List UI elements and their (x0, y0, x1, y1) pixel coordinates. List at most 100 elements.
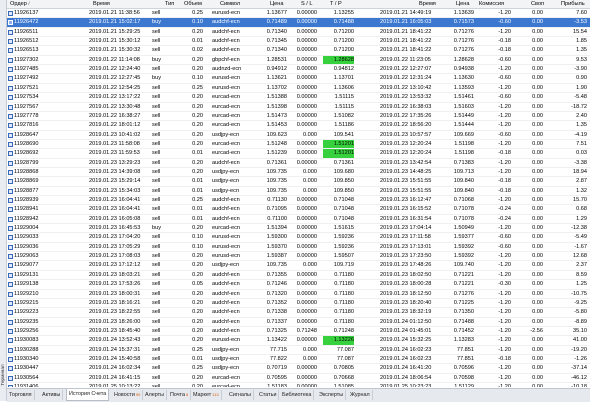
tab-label: Алерты (145, 392, 164, 398)
order-icon (8, 141, 13, 147)
order-icon (8, 375, 13, 381)
terminal-window: Терминал Ордер / Время Тип Объем Символ … (0, 0, 590, 402)
terminal-side-label: Терминал (0, 364, 5, 386)
tab-label: История Счета (69, 391, 107, 397)
history-table-header: Ордер / Время Тип Объем Символ Цена S / … (7, 0, 590, 9)
cell-time: 2019.01.25 10:13:22 (89, 384, 141, 387)
tab-7[interactable]: Сигналы (227, 390, 254, 400)
table-row[interactable]: 11931406 2019.01.25 10:13:22 sell 0.20 eurca… (7, 383, 590, 387)
order-icon (8, 385, 13, 387)
column-header-type[interactable]: Тип (165, 0, 174, 8)
order-icon (8, 11, 13, 16)
cell-order: 11931406 (14, 384, 39, 387)
column-header-volume[interactable]: Объем (184, 0, 202, 8)
order-icon (8, 366, 13, 372)
tab-label: Журнал (350, 392, 370, 398)
column-header-time[interactable]: Время (93, 0, 110, 8)
order-icon (8, 319, 13, 325)
order-icon (8, 310, 13, 316)
order-icon (8, 20, 13, 26)
cell-commission: -1.20 (498, 384, 511, 387)
tab-2[interactable]: История Счета (66, 389, 110, 401)
column-header-commission[interactable]: Комиссия (479, 0, 504, 8)
sort-arrow-icon: / (28, 1, 30, 6)
tab-badge: 113 (212, 392, 219, 397)
cell-close-time: 2019.01.25 10:23:23 (380, 384, 432, 387)
order-icon (8, 216, 13, 222)
order-icon (8, 244, 13, 250)
column-header-close-time[interactable]: Время (419, 0, 436, 8)
terminal-side-bar[interactable]: Терминал (0, 0, 7, 401)
order-icon (8, 39, 13, 45)
order-icon (8, 67, 13, 73)
order-icon (8, 76, 13, 82)
cell-profit: -10.18 (571, 384, 587, 387)
cell-volume: 0.20 (192, 384, 203, 387)
cell-swap: 0.00 (532, 384, 543, 387)
column-header-close-price[interactable]: Цена (456, 0, 469, 8)
order-icon (8, 95, 13, 101)
cell-tp: 1.51085 (333, 384, 354, 387)
order-icon (8, 104, 13, 110)
tab-label: Почта (170, 392, 185, 398)
order-icon (8, 132, 13, 138)
order-icon (8, 226, 13, 232)
tab-label: Торговля (9, 392, 32, 398)
order-icon (8, 57, 13, 63)
tab-label: Новости (114, 392, 135, 398)
order-icon (8, 328, 13, 334)
order-icon (8, 169, 13, 175)
order-icon (8, 235, 13, 241)
order-icon (8, 48, 13, 54)
cell-close-price: 1.51129 (454, 384, 474, 387)
cell-symbol: eurcad-ecn (212, 384, 240, 387)
column-header-symbol[interactable]: Символ (220, 0, 240, 8)
tab-8[interactable]: Статьи (257, 390, 280, 400)
order-icon (8, 151, 13, 157)
order-icon (8, 85, 13, 91)
tab-4[interactable]: Алерты (143, 390, 167, 400)
cell-type: sell (152, 384, 161, 387)
tab-5[interactable]: Почта8 (168, 390, 192, 400)
tab-3[interactable]: Новости99 (112, 390, 144, 400)
tab-11[interactable]: Журнал (348, 390, 373, 400)
history-table-body[interactable]: 11926137 2019.01.21 11:38:56 sell 0.25 eurus… (7, 9, 590, 387)
column-header-order[interactable]: Ордер / (10, 0, 30, 8)
tab-0[interactable]: Торговля (7, 390, 35, 400)
cell-sl: 0.00000 (296, 384, 317, 387)
tab-label: Сигналы (229, 392, 251, 398)
order-icon (8, 179, 13, 185)
tab-badge: 8 (185, 392, 189, 397)
column-header-profit[interactable]: Прибыль (561, 0, 585, 8)
tab-label: Библиотека (282, 392, 312, 398)
order-icon (8, 356, 13, 362)
tab-6[interactable]: Маркет113 (191, 390, 222, 400)
order-icon (8, 272, 13, 278)
order-icon (8, 282, 13, 288)
order-icon (8, 254, 13, 260)
order-icon (8, 263, 13, 269)
terminal-tab-bar: Торговля Активы История Счета Новости99 Алер… (7, 388, 590, 402)
order-icon (8, 207, 13, 213)
order-icon (8, 188, 13, 194)
order-icon (8, 300, 13, 306)
tab-1[interactable]: Активы (40, 390, 64, 400)
order-icon (8, 29, 13, 35)
tab-9[interactable]: Библиотека (280, 390, 315, 400)
tab-badge: 99 (135, 392, 141, 397)
column-header-sl[interactable]: S / L (301, 0, 313, 8)
column-header-price[interactable]: Цена (270, 0, 283, 8)
tab-10[interactable]: Эксперты (317, 390, 347, 400)
cell-price: 1.51183 (267, 384, 287, 387)
tab-label: Активы (42, 392, 61, 398)
order-icon (8, 198, 13, 203)
tab-label: Маркет (193, 392, 212, 398)
tab-label: Эксперты (319, 392, 344, 398)
order-icon (8, 123, 13, 129)
order-icon (8, 338, 13, 344)
column-header-tp[interactable]: T / P (330, 0, 342, 8)
column-header-swap[interactable]: Своп (531, 0, 544, 8)
order-icon (8, 347, 13, 353)
order-icon (8, 291, 13, 297)
tab-label: Статьи (259, 392, 277, 398)
